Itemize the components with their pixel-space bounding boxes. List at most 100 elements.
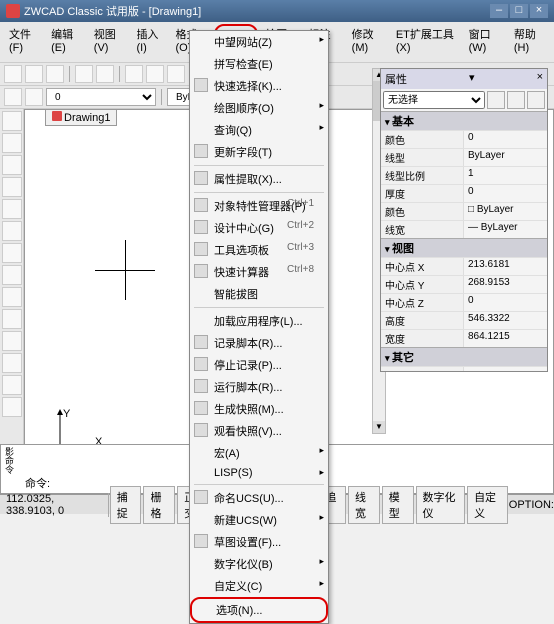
status-toggle[interactable]: 自定义 (467, 486, 508, 524)
cut-button[interactable] (125, 65, 143, 83)
menu-item-13[interactable]: 智能拔图 (190, 283, 328, 305)
menu-item-20[interactable]: 观看快照(V)... (190, 420, 328, 442)
menu-0[interactable]: 文件(F) (4, 24, 44, 60)
menu-item-26[interactable]: 草图设置(F)... (190, 531, 328, 553)
menu-item-1[interactable]: 拼写检查(E) (190, 53, 328, 75)
prop-row[interactable]: 中心点 Y268.9153 (381, 275, 547, 293)
pin-icon[interactable]: ▾ (469, 71, 475, 87)
pick-button[interactable] (507, 91, 525, 109)
region-tool[interactable] (2, 375, 22, 395)
menu-item-5[interactable]: 更新字段(T) (190, 141, 328, 163)
table-tool[interactable] (2, 397, 22, 417)
menu-item-2[interactable]: 快速选择(K)... (190, 75, 328, 97)
scroll-down-icon[interactable]: ▼ (373, 421, 385, 433)
new-button[interactable] (4, 65, 22, 83)
paste-button[interactable] (167, 65, 185, 83)
menu-2[interactable]: 视图(V) (89, 24, 130, 60)
circle-tool[interactable] (2, 243, 22, 263)
menu-item-10[interactable]: 设计中心(G)Ctrl+2 (190, 217, 328, 239)
command-prompt[interactable]: 命令: (25, 475, 50, 491)
menu-item-icon (194, 357, 208, 371)
prop-row[interactable]: 颜色0 (381, 130, 547, 148)
menu-item-3[interactable]: 绘图顺序(O) (190, 97, 328, 119)
prop-group[interactable]: 基本 (381, 111, 547, 130)
prop-row[interactable]: 厚度0 (381, 184, 547, 202)
polygon-tool[interactable] (2, 177, 22, 197)
layer-select[interactable]: 0 (46, 88, 156, 106)
status-toggle[interactable]: 模型 (382, 486, 414, 524)
ellipse-tool[interactable] (2, 287, 22, 307)
panel-close-icon[interactable]: × (537, 71, 543, 87)
menu-item-15[interactable]: 加载应用程序(L)... (190, 310, 328, 332)
properties-grid: 基本颜色0线型ByLayer线型比例1厚度0颜色□ ByLayer线宽— ByL… (381, 111, 547, 371)
prop-group[interactable]: 其它 (381, 347, 547, 366)
menu-item-22[interactable]: LISP(S) (190, 464, 328, 482)
menu-item-12[interactable]: 快速计算器Ctrl+8 (190, 261, 328, 283)
copy-button[interactable] (146, 65, 164, 83)
menu-item-icon (194, 220, 208, 234)
status-toggle[interactable]: 栅格 (143, 486, 175, 524)
menu-item-4[interactable]: 查询(Q) (190, 119, 328, 141)
prop-row[interactable]: 打开UCS图标是 (381, 366, 547, 371)
menu-item-25[interactable]: 新建UCS(W) (190, 509, 328, 531)
menu-item-29[interactable]: 选项(N)... (190, 597, 328, 623)
app-logo-icon (6, 4, 20, 18)
prop-row[interactable]: 颜色□ ByLayer (381, 202, 547, 220)
menu-item-28[interactable]: 自定义(C) (190, 575, 328, 597)
preview-button[interactable] (96, 65, 114, 83)
panel-header[interactable]: 属性 ▾ × (381, 69, 547, 89)
selection-filter[interactable]: 无选择 (383, 91, 485, 109)
arc-tool[interactable] (2, 221, 22, 241)
spline-tool[interactable] (2, 265, 22, 285)
prop-row[interactable]: 宽度864.1215 (381, 329, 547, 347)
line-tool[interactable] (2, 111, 22, 131)
document-tab[interactable]: Drawing1 (45, 109, 117, 126)
prop-row[interactable]: 线型比例1 (381, 166, 547, 184)
prop-row[interactable]: 中心点 Z0 (381, 293, 547, 311)
prop-row[interactable]: 线型ByLayer (381, 148, 547, 166)
point-tool[interactable] (2, 353, 22, 373)
prop-group[interactable]: 视图 (381, 238, 547, 257)
status-toggle[interactable]: 线宽 (348, 486, 380, 524)
prop-row[interactable]: 线宽— ByLayer (381, 220, 547, 238)
maximize-button[interactable]: □ (510, 4, 528, 18)
open-button[interactable] (25, 65, 43, 83)
menu-item-27[interactable]: 数字化仪(B) (190, 553, 328, 575)
menu-item-21[interactable]: 宏(A) (190, 442, 328, 464)
menu-item-18[interactable]: 运行脚本(R)... (190, 376, 328, 398)
close-button[interactable]: × (530, 4, 548, 18)
layer-button[interactable] (4, 88, 22, 106)
menu-item-7[interactable]: 属性提取(X)... (190, 168, 328, 190)
menu-item-16[interactable]: 记录脚本(R)... (190, 332, 328, 354)
menu-item-0[interactable]: 中望网站(Z) (190, 31, 328, 53)
menu-item-24[interactable]: 命名UCS(U)... (190, 487, 328, 509)
menu-3[interactable]: 插入(I) (131, 24, 168, 60)
layer-props-button[interactable] (25, 88, 43, 106)
text-tool[interactable] (2, 331, 22, 351)
save-button[interactable] (46, 65, 64, 83)
menu-item-icon (194, 534, 208, 548)
menu-item-11[interactable]: 工具选项板Ctrl+3 (190, 239, 328, 261)
hatch-tool[interactable] (2, 309, 22, 329)
xline-tool[interactable] (2, 133, 22, 153)
separator (119, 66, 120, 82)
rect-tool[interactable] (2, 199, 22, 219)
toggle-button[interactable] (527, 91, 545, 109)
status-toggle[interactable]: 捕捉 (110, 486, 142, 524)
pline-tool[interactable] (2, 155, 22, 175)
print-button[interactable] (75, 65, 93, 83)
menu-item-9[interactable]: 对象特性管理器(P)Ctrl+1 (190, 195, 328, 217)
menu-item-17[interactable]: 停止记录(P)... (190, 354, 328, 376)
status-toggle[interactable]: 数字化仪 (416, 486, 466, 524)
menu-8[interactable]: 修改(M) (347, 24, 389, 60)
menu-1[interactable]: 编辑(E) (46, 24, 87, 60)
prop-row[interactable]: 高度546.3322 (381, 311, 547, 329)
menu-11[interactable]: 帮助(H) (509, 24, 550, 60)
menu-9[interactable]: ET扩展工具(X) (391, 24, 462, 60)
menu-10[interactable]: 窗口(W) (464, 24, 507, 60)
prop-row[interactable]: 中心点 X213.6181 (381, 257, 547, 275)
menu-item-19[interactable]: 生成快照(M)... (190, 398, 328, 420)
quick-select-button[interactable] (487, 91, 505, 109)
svg-text:Y: Y (63, 408, 71, 420)
minimize-button[interactable]: – (490, 4, 508, 18)
